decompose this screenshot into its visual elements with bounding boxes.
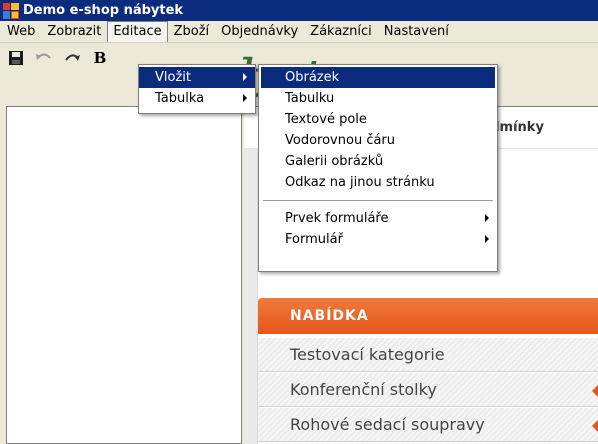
editace-menu: Vložit Tabulka	[138, 64, 256, 114]
menu-item-obrazek[interactable]: Obrázek	[261, 67, 495, 88]
menu-separator	[263, 200, 493, 201]
menu-item-label: Formulář	[285, 232, 343, 247]
menu-item-label: Tabulka	[155, 91, 205, 106]
nabidka-item[interactable]: Testovací kategorie	[258, 338, 598, 372]
menu-editace[interactable]: Editace	[107, 21, 168, 42]
window-title: Demo e-shop nábytek	[23, 3, 184, 18]
vlozit-submenu: Obrázek Tabulku Textové pole Vodorovnou …	[258, 64, 498, 272]
nabidka-arrow-icon	[592, 420, 598, 432]
menu-zobrazit[interactable]: Zobrazit	[41, 22, 107, 42]
menu-zakaznici[interactable]: Zákazníci	[304, 22, 378, 42]
menu-nastaveni[interactable]: Nastavení	[378, 22, 455, 42]
nabidka-item-label: Konferenční stolky	[290, 380, 437, 399]
menu-item-prvek-formulare[interactable]: Prvek formuláře	[259, 208, 497, 229]
menu-item-tabulku[interactable]: Tabulku	[259, 88, 497, 109]
menu-item-vodorovnou-caru[interactable]: Vodorovnou čáru	[259, 130, 497, 151]
menu-item-textove-pole[interactable]: Textové pole	[259, 109, 497, 130]
menu-item-vlozit[interactable]: Vložit	[139, 67, 255, 88]
save-icon[interactable]	[6, 48, 26, 68]
bold-icon[interactable]: B	[90, 48, 110, 68]
nabidka-item[interactable]: Rohové sedací soupravy	[258, 408, 598, 442]
menu-item-label: Prvek formuláře	[285, 211, 389, 226]
menu-item-odkaz[interactable]: Odkaz na jinou stránku	[259, 172, 497, 193]
nabidka-item-label: Rohové sedací soupravy	[290, 415, 485, 434]
submenu-arrow-icon	[485, 214, 489, 222]
left-panel	[6, 106, 242, 444]
app-icon[interactable]	[3, 2, 19, 19]
menu-item-galerii-obrazku[interactable]: Galerii obrázků	[259, 151, 497, 172]
title-bar: Demo e-shop nábytek	[0, 0, 598, 21]
undo-icon[interactable]	[34, 48, 54, 68]
menu-item-tabulka[interactable]: Tabulka	[139, 88, 255, 109]
menu-objednavky[interactable]: Objednávky	[215, 22, 304, 42]
redo-icon[interactable]	[62, 48, 82, 68]
preview-margin	[244, 107, 258, 444]
submenu-arrow-icon	[485, 235, 489, 243]
menu-zbozi[interactable]: Zboží	[168, 22, 216, 42]
menu-web[interactable]: Web	[1, 22, 41, 42]
nabidka-header: NABÍDKA	[258, 298, 598, 334]
submenu-arrow-icon	[243, 94, 247, 102]
menu-item-formular[interactable]: Formulář	[259, 229, 497, 250]
menu-item-label: Vložit	[155, 70, 191, 85]
nabidka-item-label: Testovací kategorie	[290, 345, 445, 364]
submenu-arrow-icon	[243, 73, 247, 81]
nabidka-item[interactable]: Konferenční stolky	[258, 373, 598, 407]
menu-bar: Web Zobrazit Editace Zboží Objednávky Zá…	[0, 21, 598, 43]
nabidka-arrow-icon	[592, 385, 598, 397]
